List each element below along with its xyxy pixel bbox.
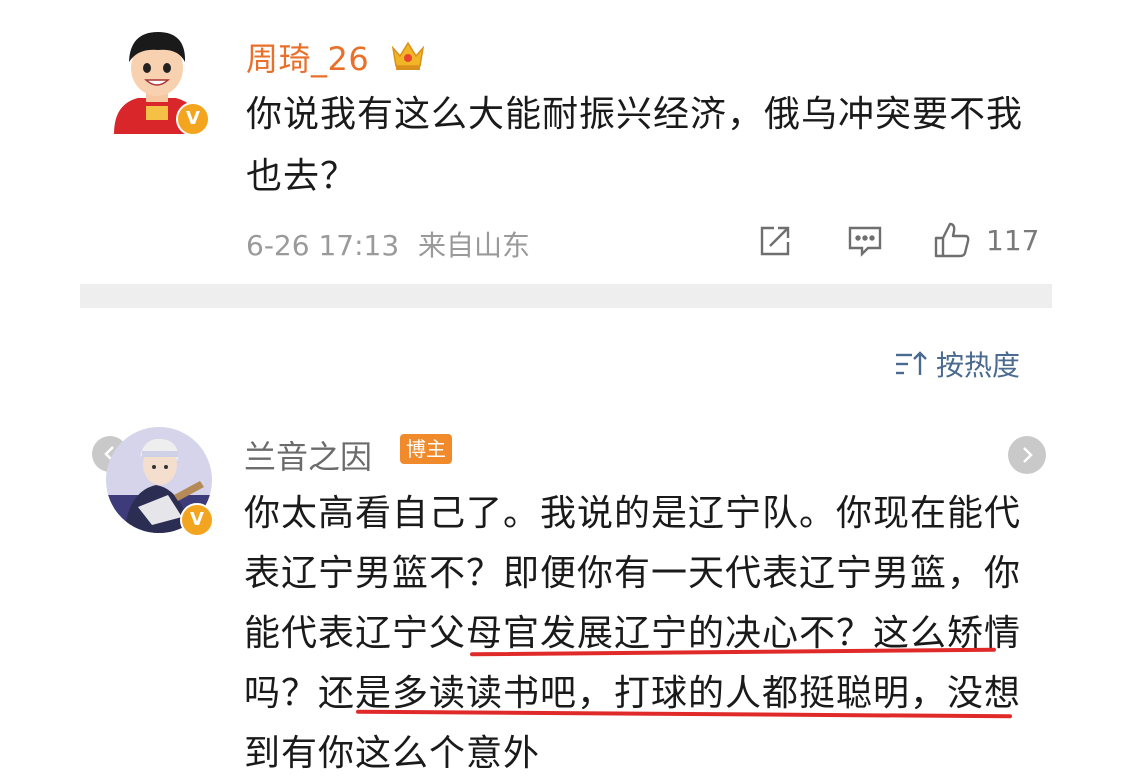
comment-text: 你说我有这么大能耐振兴经济，俄乌冲突要不我也去？: [246, 94, 1024, 197]
user-avatar-lanyin[interactable]: V: [104, 425, 214, 537]
sort-icon: [896, 351, 927, 375]
comment-icon[interactable]: [846, 222, 884, 260]
user-avatar-zhouqi[interactable]: V: [108, 26, 210, 136]
username[interactable]: 兰音之因: [244, 432, 372, 478]
like-count: 117: [986, 224, 1040, 257]
share-icon[interactable]: [756, 222, 794, 260]
chevron-right-icon: [1023, 447, 1033, 463]
next-image-button[interactable]: [1008, 436, 1046, 474]
verified-badge-icon: V: [180, 503, 214, 537]
section-divider: [80, 284, 1052, 308]
comment-location: 来自山东: [418, 229, 531, 262]
verified-badge-icon: V: [176, 102, 210, 136]
blogger-badge: 博主: [400, 434, 452, 464]
sort-button[interactable]: 按热度: [894, 344, 1020, 384]
comment-text: 你太高看自己了。我说的是辽宁队。你现在能代表辽宁男篮不？即便你有一天代表辽宁男篮…: [244, 493, 1022, 774]
crown-icon: [390, 38, 426, 72]
sort-label: 按热度: [936, 349, 1021, 382]
like-icon[interactable]: [932, 220, 972, 260]
username[interactable]: 周琦_26: [246, 34, 369, 80]
comment-meta: 6-26 17:13 来自山东: [246, 224, 530, 264]
comment-date: 6-26 17:13: [246, 229, 400, 262]
